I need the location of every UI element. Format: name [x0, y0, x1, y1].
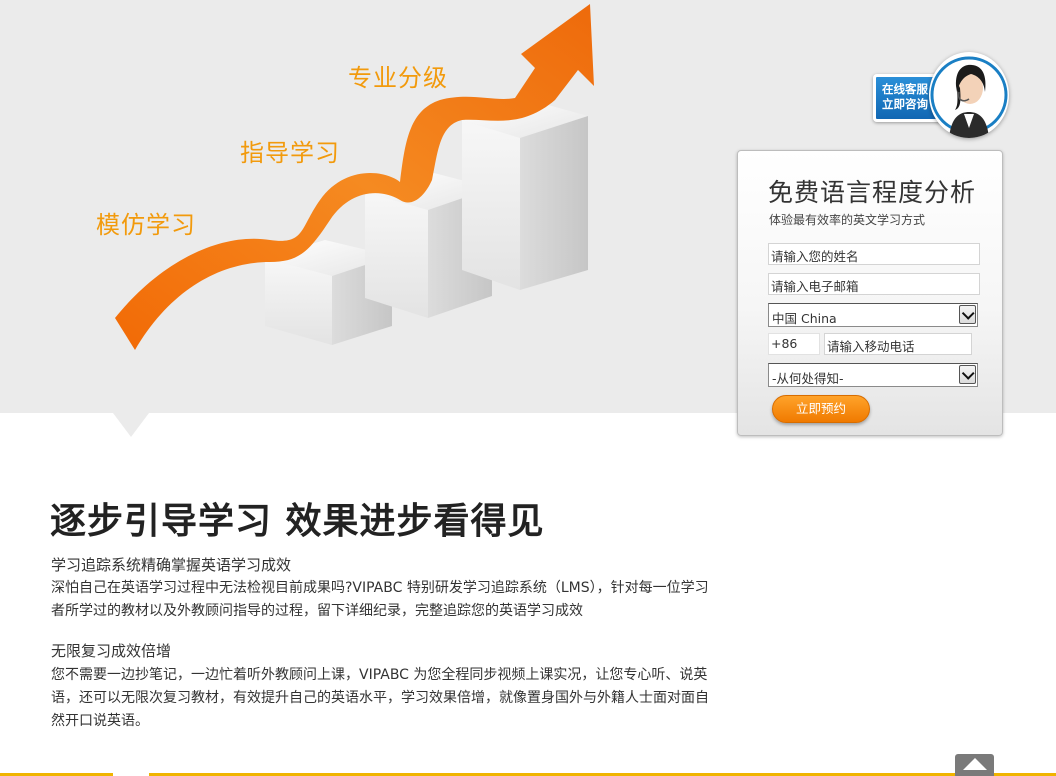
form-subtitle: 体验最有效率的英文学习方式 — [769, 213, 926, 227]
online-service-badge[interactable]: 在线客服 立即咨询 — [873, 52, 1013, 142]
referral-source-select[interactable]: -从何处得知- — [768, 363, 978, 387]
country-select[interactable]: 中国 China — [768, 303, 978, 327]
referral-source-value: -从何处得知- — [772, 371, 844, 386]
email-input[interactable]: 请输入电子邮箱 — [768, 273, 980, 295]
section-body-tracking: 深怕自己在英语学习过程中无法检视目前成果吗?VIPABC 特别研发学习追踪系统（… — [51, 580, 709, 619]
country-select-value: 中国 China — [772, 311, 837, 326]
step-label-imitate: 模仿学习 — [96, 211, 196, 239]
step-label-professional: 专业分级 — [348, 64, 448, 92]
page-heading: 逐步引导学习 效果进步看得见 — [50, 501, 545, 542]
form-title: 免费语言程度分析 — [768, 178, 977, 207]
mobile-phone-input[interactable]: 请输入移动电话 — [824, 333, 972, 355]
section-body-review: 您不需要一边抄笔记，一边忙着听外教顾问上课，VIPABC 为您全程同步视频上课实… — [51, 667, 709, 729]
hero-pointer-notch — [113, 413, 149, 437]
free-assessment-form: 免费语言程度分析 体验最有效率的英文学习方式 请输入您的姓名 请输入电子邮箱 中… — [737, 150, 1003, 436]
customer-service-agent-icon[interactable] — [929, 52, 1009, 138]
step-block-3 — [462, 100, 588, 290]
country-code-field[interactable]: +86 — [768, 333, 820, 355]
section-title-review: 无限复习成效倍增 — [51, 642, 172, 660]
name-input[interactable]: 请输入您的姓名 — [768, 243, 980, 265]
book-now-button[interactable]: 立即预约 — [772, 395, 870, 423]
chevron-down-icon[interactable] — [959, 305, 976, 324]
arrow-up-icon[interactable] — [955, 754, 994, 776]
chevron-down-icon[interactable] — [959, 365, 976, 384]
step-label-guided: 指导学习 — [240, 139, 340, 167]
section-title-tracking: 学习追踪系统精确掌握英语学习成效 — [51, 556, 292, 574]
